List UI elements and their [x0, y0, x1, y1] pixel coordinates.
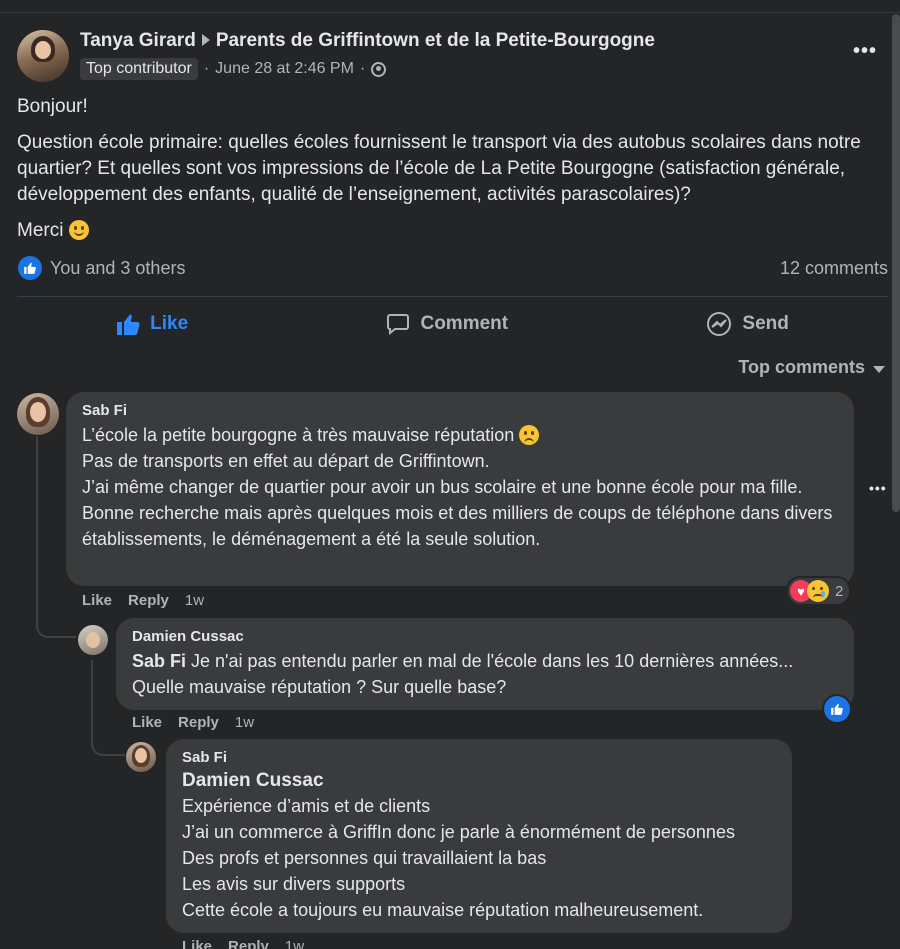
comment-line: Bonne recherche mais après quelques mois… [82, 503, 833, 549]
mention-link[interactable]: Sab Fi [132, 651, 186, 671]
reply-like-button[interactable]: Like [132, 714, 162, 731]
post-meta: Top contributor · June 28 at 2:46 PM · [80, 58, 655, 80]
post-author-avatar[interactable] [17, 30, 69, 82]
post-author-name[interactable]: Tanya Girard [80, 30, 196, 51]
nested-like-button[interactable]: Like [182, 938, 212, 949]
post-actions: Like Comment Send [17, 304, 888, 344]
comment-options-icon[interactable]: ••• [869, 480, 887, 496]
reply-reply-button[interactable]: Reply [178, 714, 219, 731]
nested-reply-line: Des profs et personnes qui travaillaient… [182, 848, 547, 868]
messenger-icon [707, 312, 732, 336]
sort-label: Top comments [738, 357, 865, 377]
post-header: Tanya Girard Parents de Griffintown et de… [80, 30, 655, 80]
comment-bubble: Sab Fi L’école la petite bourgogne à trè… [66, 392, 854, 586]
arrow-right-icon [201, 34, 210, 47]
meta-separator: · [203, 60, 210, 77]
reply-actions: Like Reply 1w [132, 714, 254, 731]
comment-author[interactable]: Sab Fi [82, 402, 838, 420]
reaction-count: 2 [835, 582, 844, 600]
commenter-avatar[interactable] [126, 742, 156, 772]
comment-label: Comment [420, 313, 509, 334]
comment-line: J’ai même changer de quartier pour avoir… [82, 477, 803, 497]
nested-reply-line: Expérience d’amis et de clients [182, 796, 431, 816]
post-timestamp[interactable]: June 28 at 2:46 PM [215, 60, 354, 78]
post-paragraph-last: Merci [17, 218, 877, 244]
like-reaction-icon [18, 256, 42, 280]
comment-reply-button[interactable]: Reply [128, 592, 169, 609]
mention-link[interactable]: Damien Cussac [182, 769, 776, 793]
reply-author[interactable]: Damien Cussac [132, 628, 838, 646]
reactions-text: You and 3 others [50, 257, 186, 278]
comment-sort-dropdown[interactable]: Top comments [738, 357, 885, 378]
comment-line: Pas de transports en effet au départ de … [82, 451, 490, 471]
reply-time[interactable]: 1w [235, 714, 254, 731]
reply-line: Quelle mauvaise réputation ? Sur quelle … [132, 677, 507, 697]
post-paragraph: Question école primaire: quelles écoles … [17, 132, 861, 205]
reactions-summary: You and 3 others 12 comments [18, 256, 888, 280]
like-button[interactable]: Like [116, 312, 188, 336]
nested-reply-time[interactable]: 1w [285, 938, 304, 949]
nested-reply-line: J’ai un commerce à GriffIn donc je parle… [182, 822, 735, 842]
actions-divider [17, 296, 888, 297]
group-privacy-icon [371, 61, 387, 77]
nested-reply-button[interactable]: Reply [228, 938, 269, 949]
comments-count[interactable]: 12 comments [780, 258, 888, 279]
post-paragraph-text: Merci [17, 220, 64, 241]
post-author-line: Tanya Girard Parents de Griffintown et de… [80, 30, 655, 52]
nested-reply-actions: Like Reply 1w [182, 938, 304, 949]
like-reaction-badge[interactable] [824, 696, 850, 722]
comment-reactions[interactable]: ♥ 2 [788, 578, 850, 604]
like-label: Like [150, 313, 189, 334]
send-label: Send [742, 313, 789, 334]
reply-text: Je n'ai pas entendu parler en mal de l'é… [191, 651, 794, 671]
thumbs-up-icon [117, 314, 140, 335]
comment-like-button[interactable]: Like [82, 592, 112, 609]
nested-reply-line: Les avis sur divers supports [182, 874, 406, 894]
commenter-avatar[interactable] [17, 393, 59, 435]
comment-actions: Like Reply 1w [82, 592, 204, 609]
comment-button[interactable]: Comment [386, 312, 508, 336]
post-options-icon[interactable]: ••• [853, 40, 877, 63]
send-button[interactable]: Send [706, 311, 789, 337]
disappointed-emoji-icon [519, 425, 540, 445]
nested-reply-line: Cette école a toujours eu mauvaise réput… [182, 900, 704, 920]
reply-line: Sab Fi Je n'ai pas entendu parler en mal… [132, 648, 838, 674]
meta-separator: · [359, 60, 366, 77]
comment-line: L’école la petite bourgogne à très mauva… [82, 422, 838, 448]
comment-text: L’école la petite bourgogne à très mauva… [82, 425, 515, 445]
sad-reaction-icon [807, 580, 829, 602]
comment-time[interactable]: 1w [185, 592, 204, 609]
group-name[interactable]: Parents de Griffintown et de la Petite-B… [216, 30, 655, 51]
post-body: Bonjour! Question école primaire: quelle… [17, 94, 877, 254]
scrollbar[interactable] [892, 14, 900, 512]
commenter-avatar[interactable] [78, 625, 108, 655]
top-divider [0, 12, 900, 13]
reactions-left[interactable]: You and 3 others [18, 256, 185, 280]
nested-reply-author[interactable]: Sab Fi [182, 749, 776, 767]
nested-reply-bubble: Sab Fi Damien Cussac Expérience d’amis e… [166, 739, 792, 933]
top-contributor-badge[interactable]: Top contributor [80, 58, 198, 80]
reply-bubble: Damien Cussac Sab Fi Je n'ai pas entendu… [116, 618, 854, 710]
post-paragraph: Bonjour! [17, 96, 88, 117]
comment-icon [387, 314, 410, 336]
smile-emoji-icon [68, 220, 89, 240]
caret-down-icon [873, 365, 885, 373]
